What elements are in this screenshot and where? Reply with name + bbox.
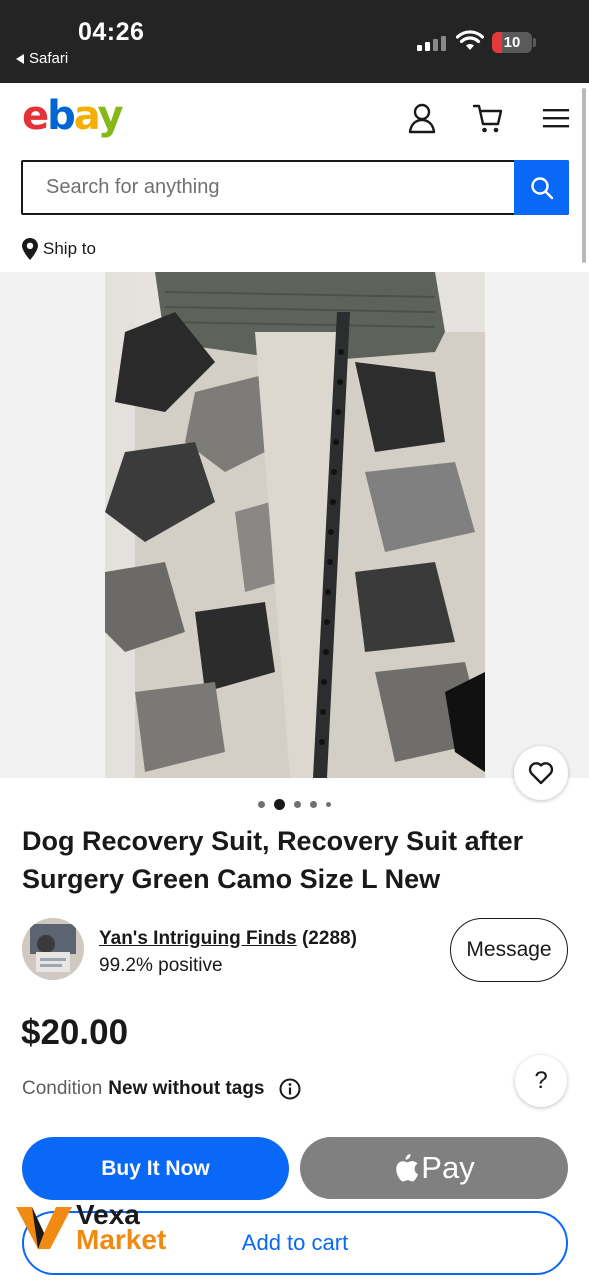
ebay-logo[interactable]: ebay (22, 93, 124, 139)
camo-suit-image (105, 272, 485, 778)
wifi-icon (456, 30, 484, 50)
seller-name-link[interactable]: Yan's Intriguing Finds (99, 928, 297, 949)
search-button[interactable] (514, 160, 569, 215)
gallery-dot[interactable] (294, 801, 301, 808)
location-pin-icon (22, 238, 38, 260)
search-input[interactable] (23, 162, 515, 213)
seller-info: Yan's Intriguing Finds (2288) (99, 928, 357, 950)
cart-icon[interactable] (471, 101, 505, 135)
help-button[interactable]: ? (515, 1055, 567, 1107)
ship-to-label: Ship to (43, 239, 96, 258)
apple-logo-icon (396, 1154, 419, 1182)
item-price: $20.00 (21, 1013, 129, 1052)
gallery-dot[interactable] (326, 802, 331, 807)
gallery-dot[interactable] (258, 801, 265, 808)
watch-favorite-button[interactable] (514, 746, 568, 800)
item-condition: Condition New without tags (22, 1078, 301, 1100)
heart-icon (528, 762, 554, 785)
seller-positive-rating: 99.2% positive (99, 955, 223, 976)
search-icon (530, 176, 553, 199)
item-title: Dog Recovery Suit, Recovery Suit after S… (22, 826, 524, 894)
seller-avatar[interactable] (22, 918, 84, 980)
gallery-pagination (0, 799, 589, 810)
back-to-safari[interactable]: Safari (16, 50, 68, 67)
status-time: 04:26 (78, 18, 145, 46)
account-icon[interactable] (405, 101, 439, 135)
info-icon[interactable] (279, 1078, 301, 1100)
battery-level: 10 (503, 34, 521, 51)
cellular-signal-icon (417, 33, 446, 51)
vexa-market-watermark: Vexa Market (14, 1198, 189, 1258)
apple-pay-button[interactable]: Pay (300, 1137, 568, 1199)
seller-feedback-count: (2288) (301, 928, 357, 949)
page-scrollbar[interactable] (582, 88, 586, 263)
back-arrow-icon (16, 53, 24, 64)
vexa-logo-icon (16, 1207, 72, 1249)
battery-icon: 10 (492, 32, 532, 53)
back-app-label: Safari (29, 50, 69, 67)
apple-pay-label: Pay (421, 1150, 475, 1185)
image-gallery[interactable] (0, 272, 589, 778)
site-header: ebay (0, 83, 589, 153)
menu-icon[interactable] (539, 101, 573, 135)
condition-label: Condition (22, 1078, 103, 1099)
search-bar (21, 160, 569, 215)
product-photo (105, 272, 485, 778)
status-bar: 04:26 Safari 10 (0, 0, 589, 83)
gallery-dot-active[interactable] (274, 799, 285, 810)
buy-it-now-button[interactable]: Buy It Now (22, 1137, 289, 1200)
condition-value: New without tags (108, 1078, 265, 1099)
gallery-dot[interactable] (310, 801, 317, 808)
message-seller-button[interactable]: Message (450, 918, 568, 982)
watermark-line2: Market (76, 1224, 167, 1255)
ship-to[interactable]: Ship to (22, 238, 96, 260)
